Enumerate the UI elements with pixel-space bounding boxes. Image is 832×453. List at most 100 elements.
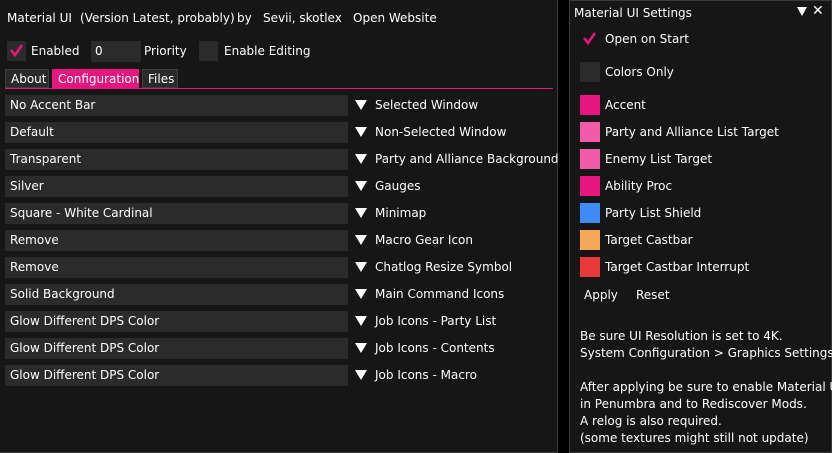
color-label: Accent [605, 98, 646, 112]
top-controls: Enabled 0 Priority Enable Editing [7, 41, 547, 63]
combo-gauges[interactable]: Silver [5, 176, 348, 197]
colors-only-option: Colors Only [580, 62, 820, 82]
material-ui-window: Material UI (Version Latest, probably) b… [0, 0, 559, 453]
authors-text: Sevii, skotlex [263, 11, 342, 25]
open-website-button[interactable]: Open Website [353, 10, 437, 26]
close-icon[interactable]: ✕ [812, 4, 824, 18]
config-row-non-selected-window: Default Non-Selected Window [5, 122, 555, 143]
config-label: Selected Window [375, 98, 479, 112]
dropdown-arrow-icon[interactable] [355, 316, 367, 326]
combo-chatlog-resize[interactable]: Remove [5, 257, 348, 278]
open-on-start-checkbox[interactable] [580, 29, 600, 49]
color-label: Target Castbar Interrupt [605, 260, 750, 274]
dropdown-arrow-icon[interactable] [355, 181, 367, 191]
tab-about[interactable]: About [5, 69, 49, 88]
dropdown-arrow-icon[interactable] [355, 208, 367, 218]
dropdown-arrow-icon[interactable] [355, 262, 367, 272]
dropdown-arrow-icon[interactable] [355, 235, 367, 245]
config-row-job-icons-party: Glow Different DPS Color Job Icons - Par… [5, 311, 555, 332]
config-row-gauges: Silver Gauges [5, 176, 555, 197]
color-option-party-shield: Party List Shield [580, 203, 820, 223]
version-text: (Version Latest, probably) [80, 11, 235, 25]
color-option-enemy-target: Enemy List Target [580, 149, 820, 169]
info-line: After applying be sure to enable Materia… [580, 380, 832, 394]
color-swatch-target-castbar[interactable] [580, 230, 600, 250]
dropdown-arrow-icon[interactable] [355, 343, 367, 353]
dropdown-arrow-icon[interactable] [355, 154, 367, 164]
config-label: Gauges [375, 179, 421, 193]
config-row-job-icons-macro: Glow Different DPS Color Job Icons - Mac… [5, 365, 555, 386]
config-label: Minimap [375, 206, 427, 220]
dropdown-arrow-icon[interactable] [355, 100, 367, 110]
info-line: A relog is also required. [580, 414, 722, 428]
reset-button[interactable]: Reset [636, 287, 670, 303]
tab-files[interactable]: Files [142, 69, 178, 88]
color-swatch-enemy-target[interactable] [580, 149, 600, 169]
tab-underline [5, 88, 553, 89]
by-text: by [237, 11, 252, 25]
checkmark-icon [582, 32, 597, 46]
info-line: (some textures might still not update) [580, 431, 809, 445]
config-label: Job Icons - Macro [375, 368, 477, 382]
dropdown-arrow-icon[interactable] [355, 289, 367, 299]
config-label: Party and Alliance Background [375, 152, 559, 166]
open-on-start-label: Open on Start [605, 32, 689, 46]
tab-configuration[interactable]: Configuration [52, 69, 139, 88]
color-label: Party and Alliance List Target [605, 125, 779, 139]
color-option-accent: Accent [580, 95, 820, 115]
colors-only-label: Colors Only [605, 65, 674, 79]
window-title: Material UI [7, 11, 72, 25]
color-label: Target Castbar [605, 233, 693, 247]
config-row-party-background: Transparent Party and Alliance Backgroun… [5, 149, 559, 170]
enable-editing-checkbox[interactable] [199, 41, 218, 61]
config-row-job-icons-contents: Glow Different DPS Color Job Icons - Con… [5, 338, 555, 359]
combo-job-icons-contents[interactable]: Glow Different DPS Color [5, 338, 348, 359]
color-label: Party List Shield [605, 206, 702, 220]
info-line: in Penumbra and to Rediscover Mods. [580, 397, 807, 411]
enabled-checkbox[interactable] [7, 41, 26, 61]
config-label: Job Icons - Party List [375, 314, 497, 328]
color-option-party-target: Party and Alliance List Target [580, 122, 820, 142]
color-label: Ability Proc [605, 179, 673, 193]
combo-main-command-icons[interactable]: Solid Background [5, 284, 348, 305]
combo-selected-window[interactable]: No Accent Bar [5, 95, 348, 116]
config-row-selected-window: No Accent Bar Selected Window [5, 95, 555, 116]
enable-editing-label: Enable Editing [224, 44, 311, 58]
color-swatch-accent[interactable] [580, 95, 600, 115]
config-row-macro-gear-icon: Remove Macro Gear Icon [5, 230, 555, 251]
combo-job-icons-macro[interactable]: Glow Different DPS Color [5, 365, 348, 386]
priority-label: Priority [144, 44, 187, 58]
combo-non-selected-window[interactable]: Default [5, 122, 348, 143]
config-row-chatlog-resize: Remove Chatlog Resize Symbol [5, 257, 555, 278]
collapse-icon[interactable] [797, 7, 807, 16]
checkmark-icon [9, 44, 24, 58]
config-row-main-command-icons: Solid Background Main Command Icons [5, 284, 555, 305]
dropdown-arrow-icon[interactable] [355, 127, 367, 137]
config-label: Macro Gear Icon [375, 233, 473, 247]
color-label: Enemy List Target [605, 152, 713, 166]
config-label: Job Icons - Contents [375, 341, 495, 355]
combo-macro-gear-icon[interactable]: Remove [5, 230, 348, 251]
apply-button[interactable]: Apply [584, 287, 618, 303]
material-ui-settings-window: Material UI Settings ✕ Open on Start Col… [569, 0, 832, 453]
config-label: Chatlog Resize Symbol [375, 260, 513, 274]
dropdown-arrow-icon[interactable] [355, 370, 367, 380]
colors-only-checkbox[interactable] [580, 62, 600, 82]
color-swatch-castbar-interrupt[interactable] [580, 257, 600, 277]
info-line: System Configuration > Graphics Settings… [580, 346, 832, 360]
combo-minimap[interactable]: Square - White Cardinal [5, 203, 348, 224]
color-option-target-castbar: Target Castbar [580, 230, 820, 250]
color-swatch-party-shield[interactable] [580, 203, 600, 223]
color-option-castbar-interrupt: Target Castbar Interrupt [580, 257, 820, 277]
color-swatch-ability-proc[interactable] [580, 176, 600, 196]
config-label: Non-Selected Window [375, 125, 507, 139]
info-line: Be sure UI Resolution is set to 4K. [580, 329, 783, 343]
combo-party-background[interactable]: Transparent [5, 149, 348, 170]
open-on-start-option: Open on Start [580, 29, 820, 49]
priority-input[interactable]: 0 [91, 41, 141, 62]
color-swatch-party-target[interactable] [580, 122, 600, 142]
color-option-ability-proc: Ability Proc [580, 176, 820, 196]
combo-job-icons-party[interactable]: Glow Different DPS Color [5, 311, 348, 332]
config-label: Main Command Icons [375, 287, 505, 301]
settings-title: Material UI Settings [574, 6, 692, 20]
